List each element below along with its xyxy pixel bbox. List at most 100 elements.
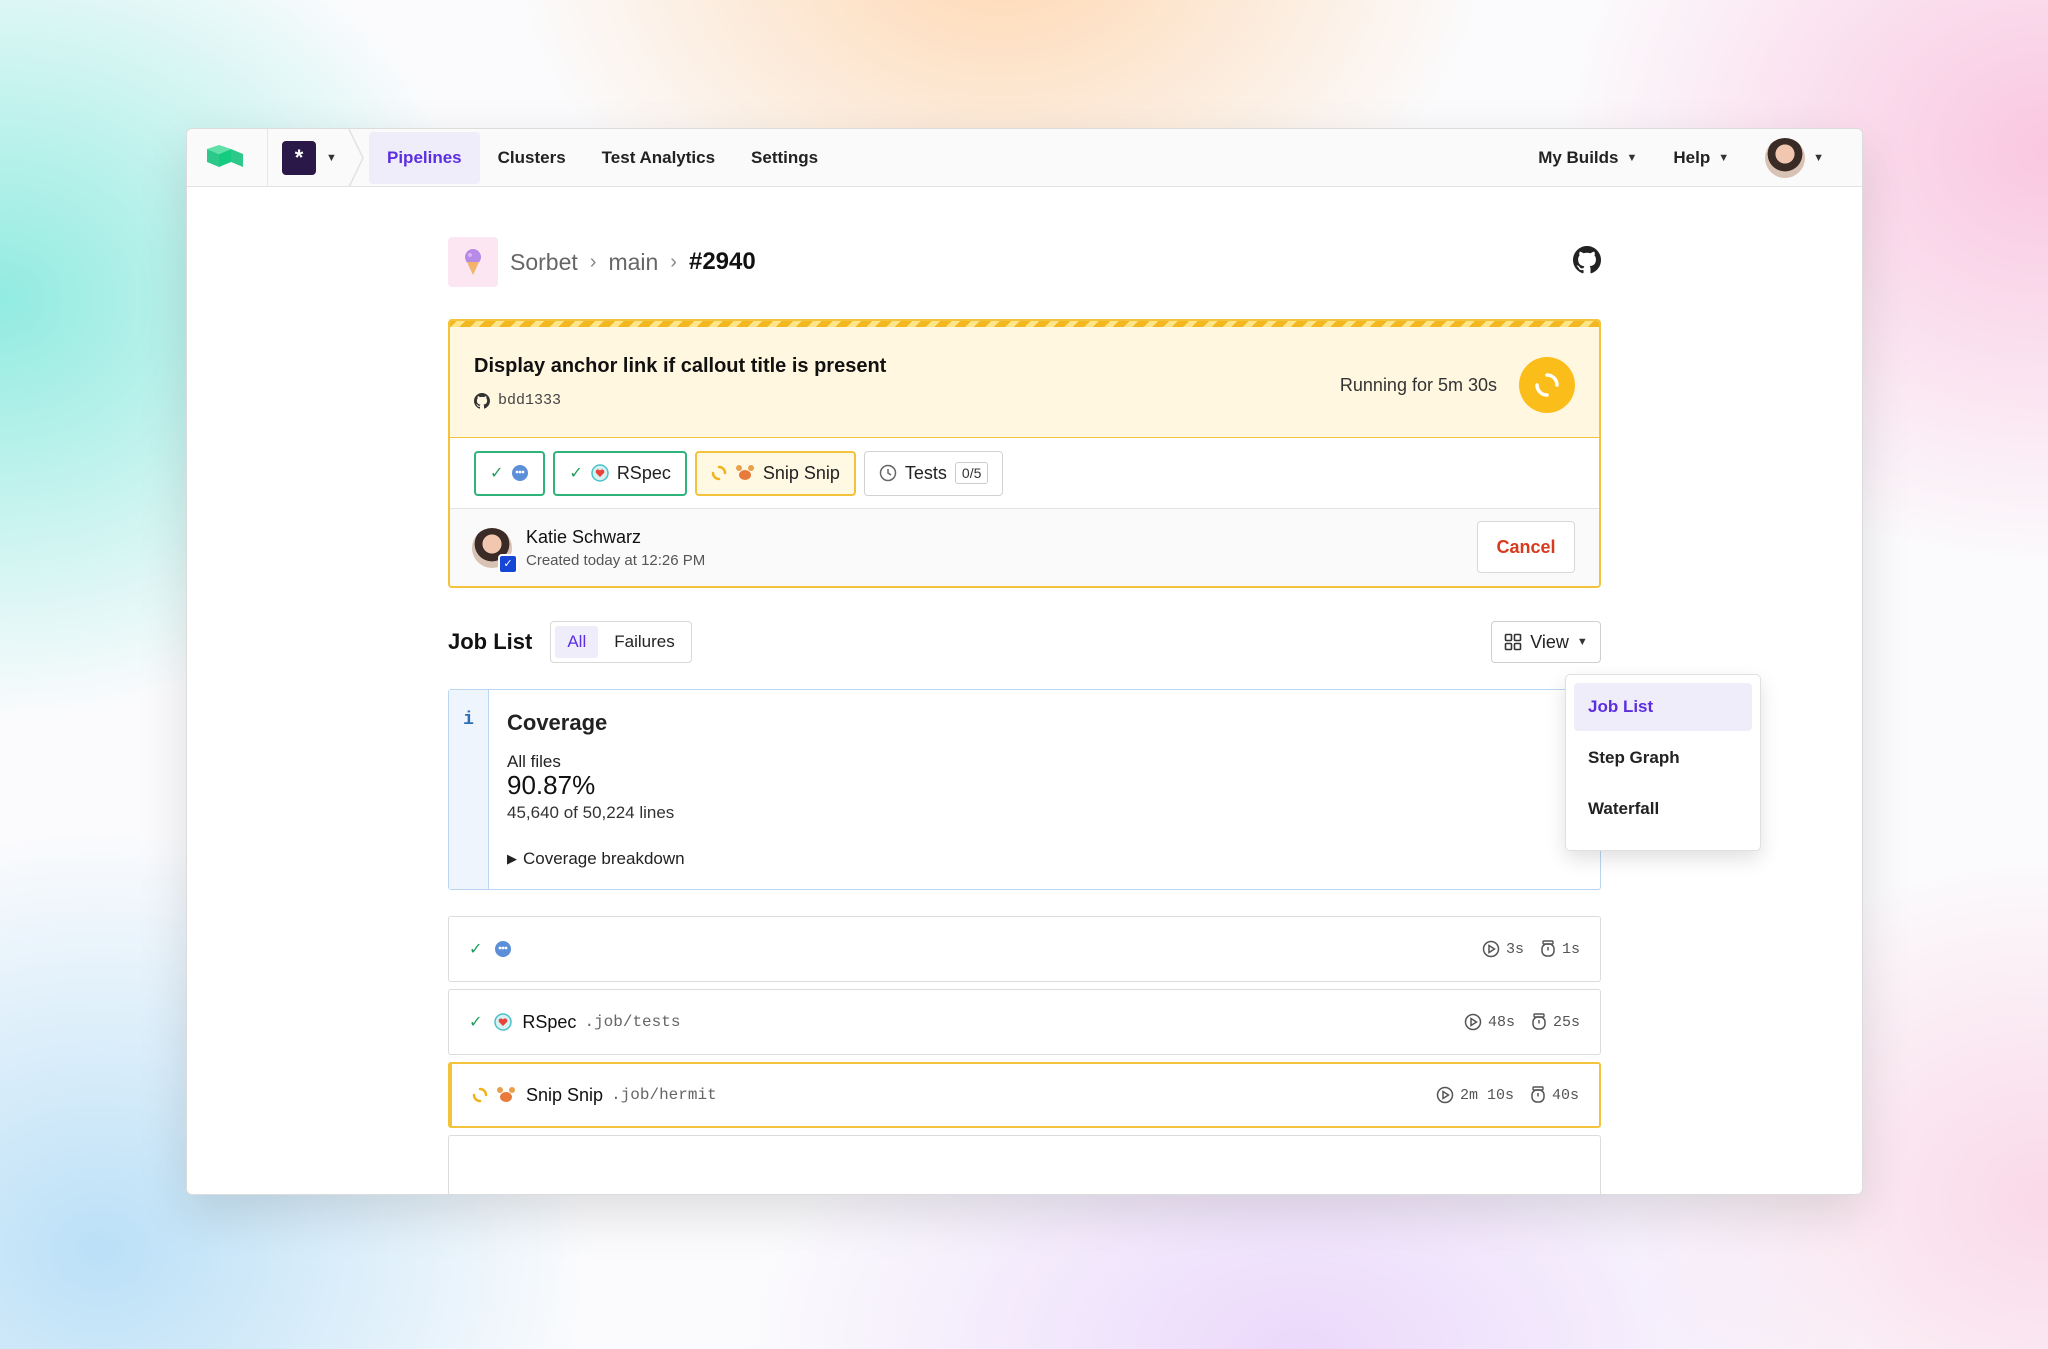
chevron-down-icon: ▼: [1626, 151, 1638, 164]
play-circle-icon: [1464, 1013, 1482, 1031]
pipeline-emoji-icon: [448, 237, 498, 287]
job-chip-rspec[interactable]: ✓ RSpec: [553, 450, 687, 496]
run-time: 3s: [1505, 940, 1524, 958]
job-row[interactable]: Snip Snip .job/hermit 2m 10s 40s: [448, 1062, 1601, 1128]
github-icon[interactable]: [1573, 245, 1601, 279]
nav-separator-icon: [348, 129, 364, 187]
build-status-text: Running for 5m 30s: [1339, 375, 1497, 395]
stopwatch-icon: [1532, 1013, 1546, 1030]
clock-icon: [879, 464, 897, 482]
job-chip-label: Tests: [904, 462, 947, 483]
chevron-down-icon: ▼: [1718, 151, 1730, 164]
nav-item-pipelines[interactable]: Pipelines: [369, 131, 480, 184]
creator-info: Katie Schwarz Created today at 12:26 PM: [526, 527, 705, 569]
build-creator: ✓ Katie Schwarz Created today at 12:26 P…: [450, 509, 1599, 586]
check-icon: ✓: [569, 465, 583, 482]
run-time: 2m 10s: [1459, 1086, 1514, 1104]
view-label: View: [1530, 631, 1569, 652]
job-chip-snip-snip[interactable]: Snip Snip: [694, 450, 856, 496]
verified-shield-icon: ✓: [498, 553, 518, 574]
wait-time: 1s: [1561, 940, 1580, 958]
wait-time: 40s: [1551, 1086, 1579, 1104]
crab-emoji-icon: [497, 1087, 515, 1102]
check-icon: ✓: [490, 465, 504, 482]
run-duration: 2m 10s: [1436, 1086, 1514, 1104]
build-card: Display anchor link if callout title is …: [448, 319, 1601, 588]
chevron-right-icon: ›: [589, 250, 597, 273]
run-duration: 48s: [1464, 1013, 1515, 1031]
my-builds-dropdown[interactable]: My Builds ▼: [1522, 148, 1653, 168]
view-menu-item-step-graph[interactable]: Step Graph: [1574, 734, 1752, 782]
org-badge: *: [282, 140, 316, 175]
commit-sha: bdd1333: [498, 392, 562, 409]
play-circle-icon: [1436, 1086, 1454, 1104]
job-times: 3s 1s: [1482, 940, 1580, 958]
tab-all[interactable]: All: [555, 626, 599, 658]
coverage-breakdown-toggle[interactable]: ▶ Coverage breakdown: [507, 849, 685, 869]
user-menu[interactable]: ▼: [1749, 137, 1840, 178]
coverage-body: Coverage All files 90.87% 45,640 of 50,2…: [489, 690, 703, 889]
nav-item-settings[interactable]: Settings: [733, 132, 836, 184]
chevron-right-icon: ›: [670, 250, 677, 273]
github-icon: [474, 392, 490, 409]
coverage-lines: 45,640 of 50,224 lines: [507, 803, 675, 823]
chevron-down-icon: ▼: [1576, 636, 1588, 648]
stopwatch-icon: [1531, 1086, 1545, 1103]
job-chip-blob[interactable]: ✓: [474, 450, 546, 496]
job-list-header: Job List All Failures View ▼: [448, 621, 1601, 663]
breadcrumb-branch[interactable]: main: [608, 249, 658, 276]
build-header: Display anchor link if callout title is …: [450, 327, 1599, 438]
org-switcher[interactable]: * ▼: [267, 129, 347, 187]
running-spinner-icon: [1519, 357, 1575, 413]
coverage-annotation: i Coverage All files 90.87% 45,640 of 50…: [448, 689, 1601, 890]
wait-time: 25s: [1552, 1013, 1580, 1031]
wait-duration: 25s: [1531, 1013, 1580, 1031]
avatar: ✓: [472, 527, 518, 574]
coverage-percent: 90.87%: [507, 770, 596, 800]
browser-window: * ▼ Pipelines Clusters Test Analytics Se…: [186, 128, 1863, 1195]
crab-emoji-icon: [735, 465, 754, 480]
breadcrumb-build: #2940: [688, 248, 756, 275]
cancel-button[interactable]: Cancel: [1477, 521, 1575, 573]
nav-item-test-analytics[interactable]: Test Analytics: [584, 132, 733, 184]
breadcrumb: Sorbet › main › #2940: [448, 237, 1601, 287]
top-nav: * ▼ Pipelines Clusters Test Analytics Se…: [187, 129, 1862, 187]
view-menu-item-job-list[interactable]: Job List: [1574, 683, 1752, 731]
job-times: 48s 25s: [1464, 1013, 1580, 1031]
info-icon: i: [449, 690, 489, 889]
job-chips: ✓ ✓ RSpec Snip Snip Tests 0/5: [450, 438, 1599, 509]
rspec-icon: [494, 1013, 513, 1031]
job-row[interactable]: ✓ 3s 1s: [448, 916, 1601, 982]
check-icon: ✓: [469, 941, 483, 958]
job-filter-tabs: All Failures: [550, 621, 692, 663]
avatar: [1765, 137, 1806, 178]
my-builds-label: My Builds: [1538, 147, 1619, 167]
chevron-down-icon: ▼: [1813, 151, 1824, 164]
stopwatch-icon: [1541, 940, 1555, 957]
tests-count-badge: 0/5: [954, 462, 989, 484]
run-duration: 3s: [1482, 940, 1524, 958]
coverage-title: Coverage: [507, 710, 608, 735]
coverage-subtitle: All files: [507, 752, 561, 771]
wait-duration: 40s: [1530, 1086, 1579, 1104]
tab-failures[interactable]: Failures: [602, 626, 686, 658]
job-list-title: Job List: [448, 629, 533, 654]
wait-duration: 1s: [1540, 940, 1580, 958]
view-dropdown-button[interactable]: View ▼: [1491, 621, 1601, 663]
nav-right: My Builds ▼ Help ▼ ▼: [1522, 137, 1862, 178]
job-chip-label: Snip Snip: [762, 462, 840, 483]
check-icon: ✓: [469, 1014, 483, 1031]
play-circle-icon: [1482, 940, 1500, 958]
nav-item-clusters[interactable]: Clusters: [480, 132, 584, 184]
help-dropdown[interactable]: Help ▼: [1657, 148, 1745, 168]
view-menu-item-waterfall[interactable]: Waterfall: [1574, 785, 1752, 833]
job-row[interactable]: ✓ RSpec .job/tests 48s 25s: [448, 989, 1601, 1055]
job-path: .job/tests: [584, 1013, 681, 1031]
job-name: Snip Snip: [526, 1084, 604, 1105]
buildkite-logo[interactable]: [187, 129, 267, 187]
breadcrumb-pipeline[interactable]: Sorbet: [510, 249, 578, 276]
job-chip-label: RSpec: [616, 462, 671, 483]
job-chip-tests[interactable]: Tests 0/5: [863, 450, 1004, 496]
buildkite-logo-icon: [207, 144, 243, 167]
run-time: 48s: [1487, 1013, 1515, 1031]
